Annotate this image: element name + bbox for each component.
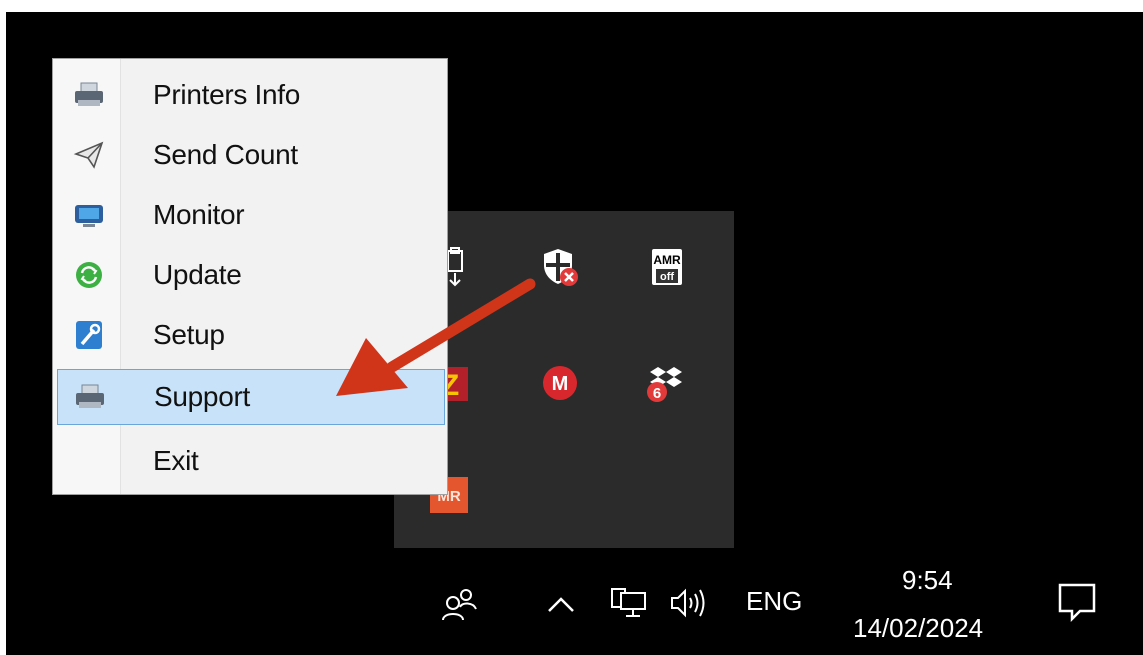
desktop-screen: AMR off Z M 6 MR Printers Info Send Coun…: [0, 0, 1143, 655]
language-indicator[interactable]: ENG: [746, 586, 802, 617]
people-icon[interactable]: [440, 585, 480, 625]
chevron-up-icon[interactable]: [544, 589, 578, 619]
clock-time[interactable]: 9:54: [902, 565, 953, 596]
network-icon[interactable]: [608, 583, 648, 623]
notification-icon[interactable]: [1054, 579, 1100, 625]
taskbar: ENG 9:54 14/02/2024: [0, 555, 1143, 655]
volume-icon[interactable]: [668, 583, 712, 623]
clock-date[interactable]: 14/02/2024: [853, 613, 983, 644]
